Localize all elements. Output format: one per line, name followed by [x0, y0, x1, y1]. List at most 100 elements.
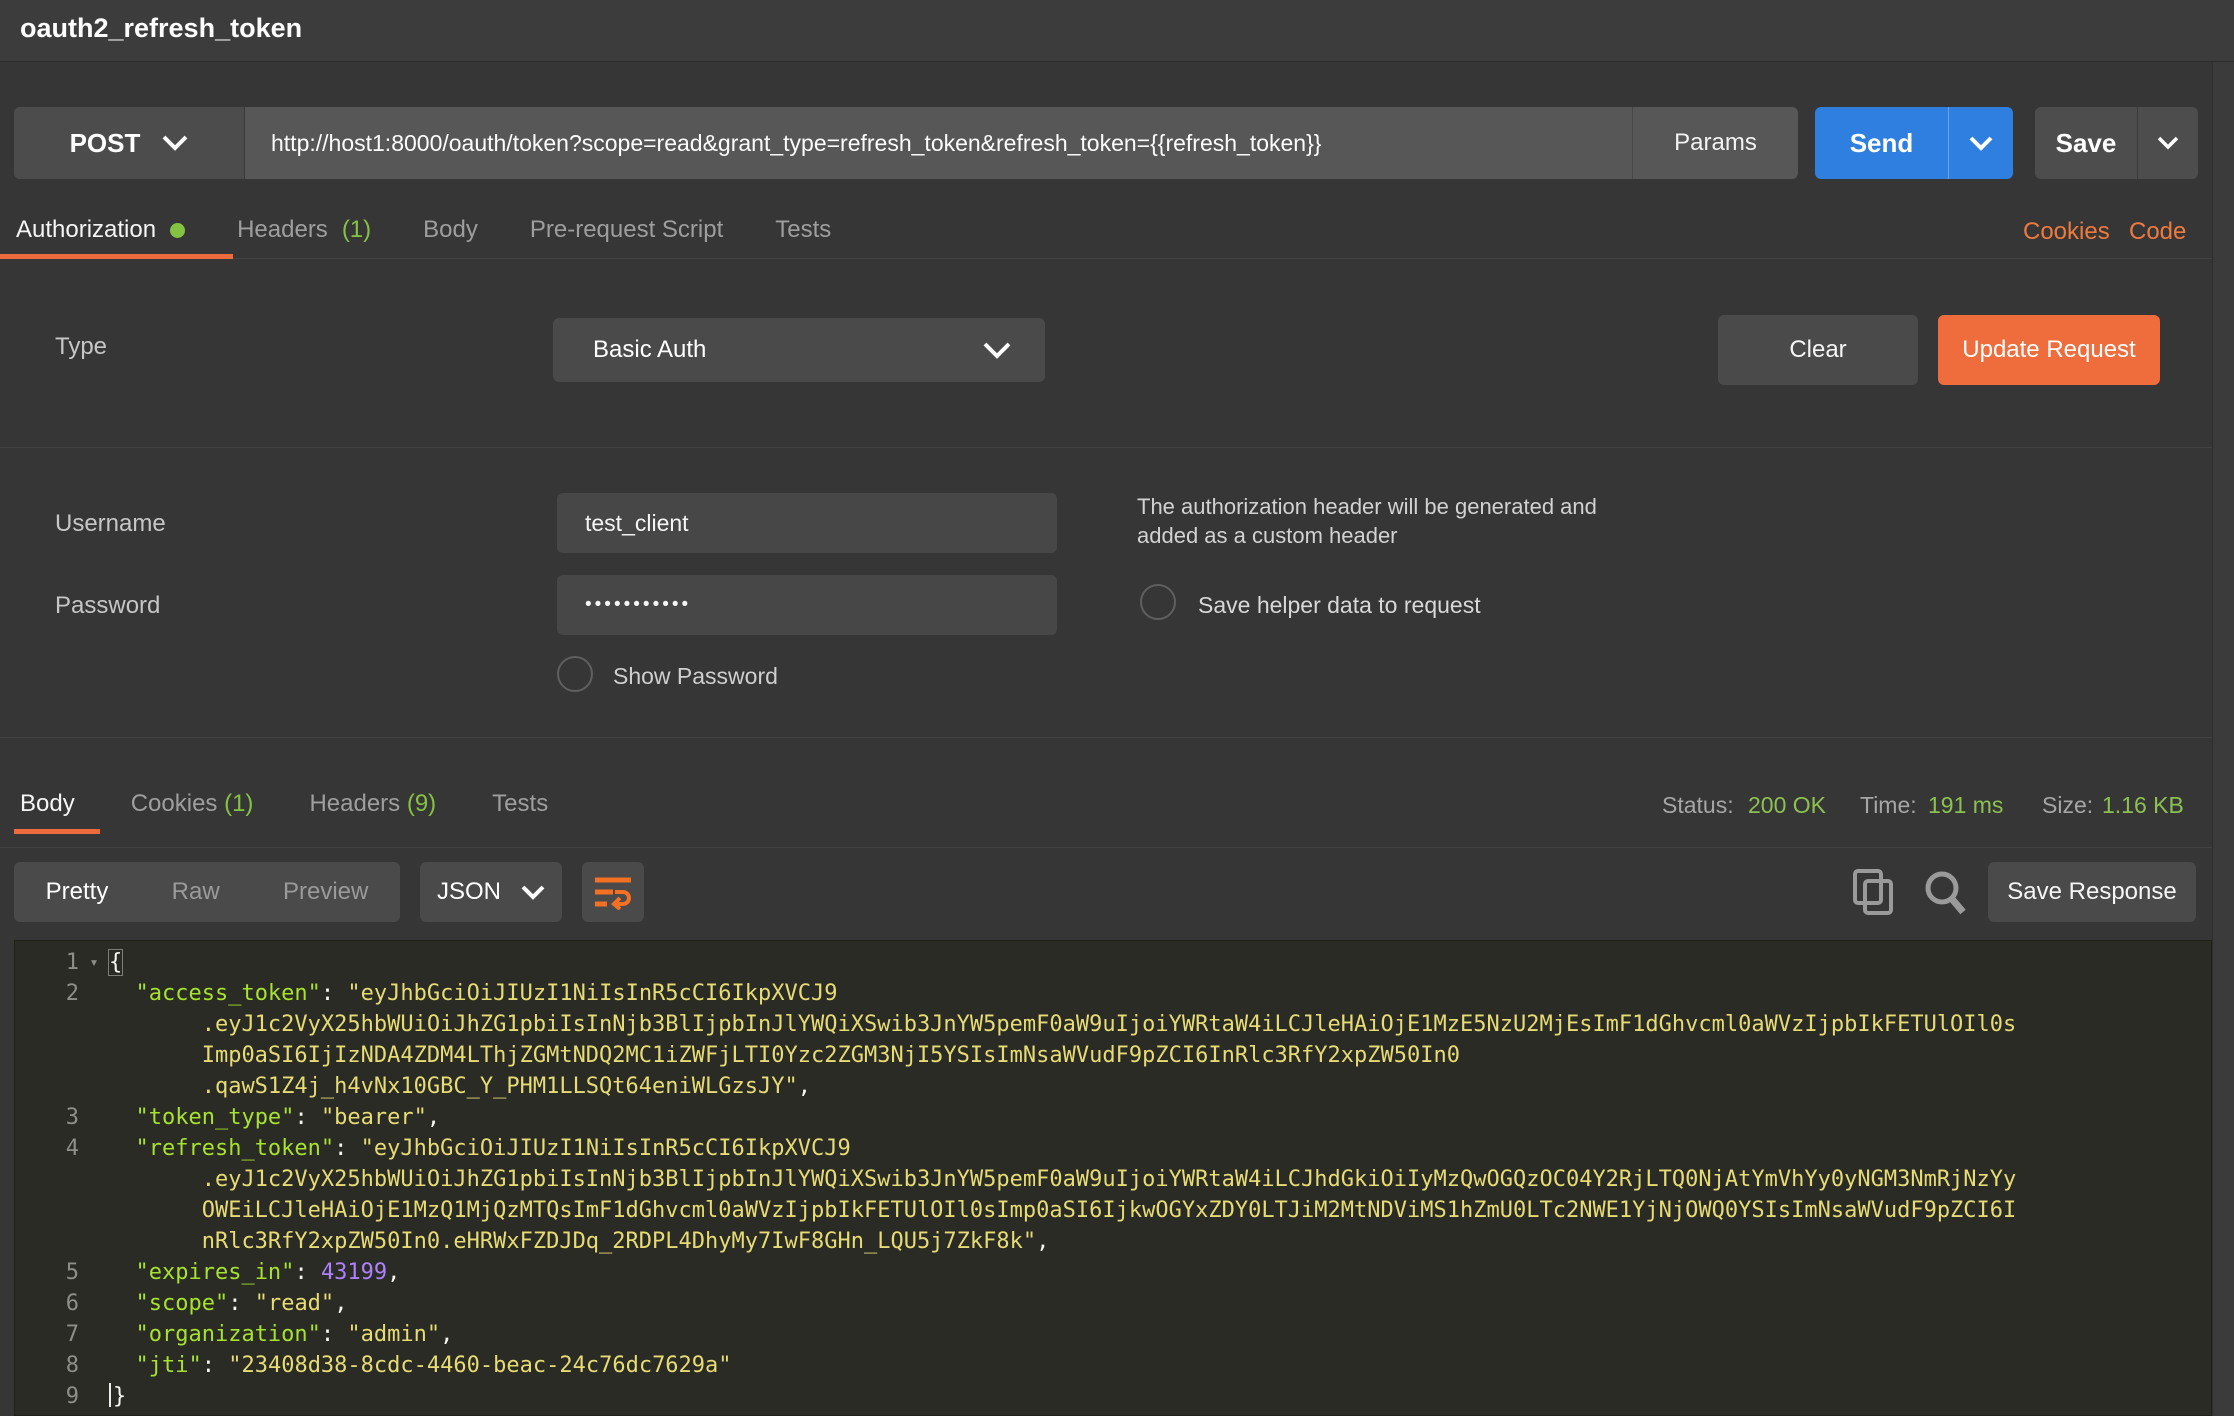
response-json[interactable]: 1▾{2"access_token": "eyJhbGciOiJIUzI1NiI…: [14, 940, 2212, 1416]
auth-helper-line1: The authorization header will be generat…: [1137, 492, 1597, 521]
tab-authorization-label: Authorization: [16, 216, 156, 244]
format-select[interactable]: JSON: [420, 862, 562, 922]
clear-button[interactable]: Clear: [1718, 315, 1918, 385]
tab-headers-label: Headers: [237, 216, 328, 244]
password-label: Password: [55, 592, 160, 620]
response-tab-tests[interactable]: Tests: [492, 790, 548, 818]
update-request-button[interactable]: Update Request: [1938, 315, 2160, 385]
save-button-group: Save: [2035, 107, 2198, 179]
response-cookies-count: (1): [224, 790, 253, 817]
auth-type-value: Basic Auth: [593, 336, 706, 364]
username-label: Username: [55, 510, 166, 538]
code-line: 2"access_token": "eyJhbGciOiJIUzI1NiIsIn…: [15, 978, 2211, 1009]
code-line: Imp0aSI6IjIzNDA4ZDM4LThjZGMtNDQ2MC1iZWFj…: [15, 1040, 2211, 1071]
time-label: Time:: [1860, 792, 1917, 819]
code-line: nRlc3RfY2xpZW50In0.eHRWxFZDJDq_2RDPL4Dhy…: [15, 1226, 2211, 1257]
format-value: JSON: [437, 878, 501, 906]
auth-helper-text: The authorization header will be generat…: [1137, 492, 1597, 550]
request-url-bar: POST Params: [14, 107, 1798, 179]
code-line: .qawS1Z4j_h4vNx10GBC_Y_PHM1LLSQt64eniWLG…: [15, 1071, 2211, 1102]
tab-body[interactable]: Body: [423, 216, 478, 244]
size-label: Size:: [2042, 792, 2093, 819]
tab-body-label: Body: [423, 216, 478, 244]
save-helper-label: Save helper data to request: [1198, 592, 1481, 619]
title-bar: oauth2_refresh_token: [0, 0, 2234, 62]
code-line: 7"organization": "admin",: [15, 1319, 2211, 1350]
view-preview[interactable]: Preview: [283, 878, 368, 906]
tab-tests[interactable]: Tests: [775, 216, 831, 244]
send-button[interactable]: Send: [1815, 107, 1949, 179]
method-label: POST: [70, 128, 141, 159]
code-line: 4"refresh_token": "eyJhbGciOiJIUzI1NiIsI…: [15, 1133, 2211, 1164]
search-icon: [1922, 868, 1968, 916]
fold-toggle-icon[interactable]: ▾: [79, 947, 109, 978]
auth-helper-line2: added as a custom header: [1137, 521, 1597, 550]
code-line: 6"scope": "read",: [15, 1288, 2211, 1319]
send-button-group: Send: [1815, 107, 2013, 179]
params-label: Params: [1674, 129, 1757, 157]
code-line: 1▾{: [15, 947, 2211, 978]
copy-response-button[interactable]: [1852, 868, 1896, 916]
tab-tests-label: Tests: [775, 216, 831, 244]
chevron-down-icon: [1969, 136, 1993, 151]
response-cookies-label: Cookies: [131, 790, 218, 817]
show-password-toggle[interactable]: [557, 656, 593, 692]
headers-count-badge: (1): [342, 216, 371, 244]
save-response-button[interactable]: Save Response: [1988, 862, 2196, 922]
code-line: 8"jti": "23408d38-8cdc-4460-beac-24c76dc…: [15, 1350, 2211, 1381]
show-password-label: Show Password: [613, 663, 778, 690]
tabs-divider: [0, 258, 2234, 259]
response-view-switch: Pretty Raw Preview: [14, 862, 400, 922]
response-body-tab-underline: [14, 829, 100, 834]
response-section-divider: [0, 737, 2234, 738]
vertical-scrollbar[interactable]: [2212, 62, 2234, 1416]
auth-section-divider: [0, 447, 2234, 448]
code-line: 9}: [15, 1381, 2211, 1412]
code-line: 3"token_type": "bearer",: [15, 1102, 2211, 1133]
code-link[interactable]: Code: [2129, 218, 2186, 246]
response-headers-count: (9): [407, 790, 436, 817]
save-helper-toggle[interactable]: [1140, 584, 1176, 620]
chevron-down-icon: [983, 342, 1011, 359]
response-headers-label: Headers: [309, 790, 400, 817]
response-tab-cookies[interactable]: Cookies (1): [131, 790, 254, 818]
status-badge: 200 OK: [1748, 792, 1826, 819]
authorization-tab-underline: [0, 254, 233, 259]
chevron-down-icon: [2157, 136, 2179, 150]
tab-headers[interactable]: Headers (1): [237, 216, 371, 244]
chevron-down-icon: [162, 135, 188, 151]
status-label: Status:: [1662, 792, 1734, 819]
method-dropdown[interactable]: POST: [14, 107, 245, 179]
password-input[interactable]: [557, 575, 1057, 635]
view-pretty[interactable]: Pretty: [46, 878, 109, 906]
url-input[interactable]: [271, 130, 1632, 157]
tab-pre-request-script[interactable]: Pre-request Script: [530, 216, 723, 244]
search-response-button[interactable]: [1922, 868, 1968, 916]
wrap-text-icon: [593, 874, 633, 910]
tab-authorization[interactable]: Authorization: [16, 216, 185, 244]
url-field-wrap: [245, 107, 1632, 179]
request-tabs: Authorization Headers (1) Body Pre-reque…: [16, 216, 831, 244]
code-line: 5"expires_in": 43199,: [15, 1257, 2211, 1288]
response-tabs-divider: [0, 847, 2234, 848]
code-line: .eyJ1c2VyX25hbWUiOiJhZG1pbiIsInNjb3BlIjp…: [15, 1164, 2211, 1195]
auth-type-label: Type: [55, 333, 107, 361]
save-button[interactable]: Save: [2035, 107, 2138, 179]
auth-type-select[interactable]: Basic Auth: [553, 318, 1045, 382]
cookies-link[interactable]: Cookies: [2023, 218, 2110, 246]
tab-pre-request-label: Pre-request Script: [530, 216, 723, 244]
authorization-active-dot-icon: [170, 223, 185, 238]
wrap-text-button[interactable]: [582, 862, 644, 922]
send-options-dropdown[interactable]: [1949, 107, 2013, 179]
copy-icon: [1852, 868, 1896, 916]
username-input[interactable]: [557, 493, 1057, 553]
response-tabs: Body Cookies (1) Headers (9) Tests: [20, 790, 548, 818]
code-line: OWEiLCJleHAiOjE1MzQ1MjQzMTQsImF1dGhvcml0…: [15, 1195, 2211, 1226]
response-tab-headers[interactable]: Headers (9): [309, 790, 436, 818]
save-options-dropdown[interactable]: [2138, 107, 2198, 179]
view-raw[interactable]: Raw: [172, 878, 220, 906]
params-button[interactable]: Params: [1632, 107, 1798, 179]
size-value: 1.16 KB: [2102, 792, 2184, 819]
code-line: .eyJ1c2VyX25hbWUiOiJhZG1pbiIsInNjb3BlIjp…: [15, 1009, 2211, 1040]
response-tab-body[interactable]: Body: [20, 790, 75, 818]
